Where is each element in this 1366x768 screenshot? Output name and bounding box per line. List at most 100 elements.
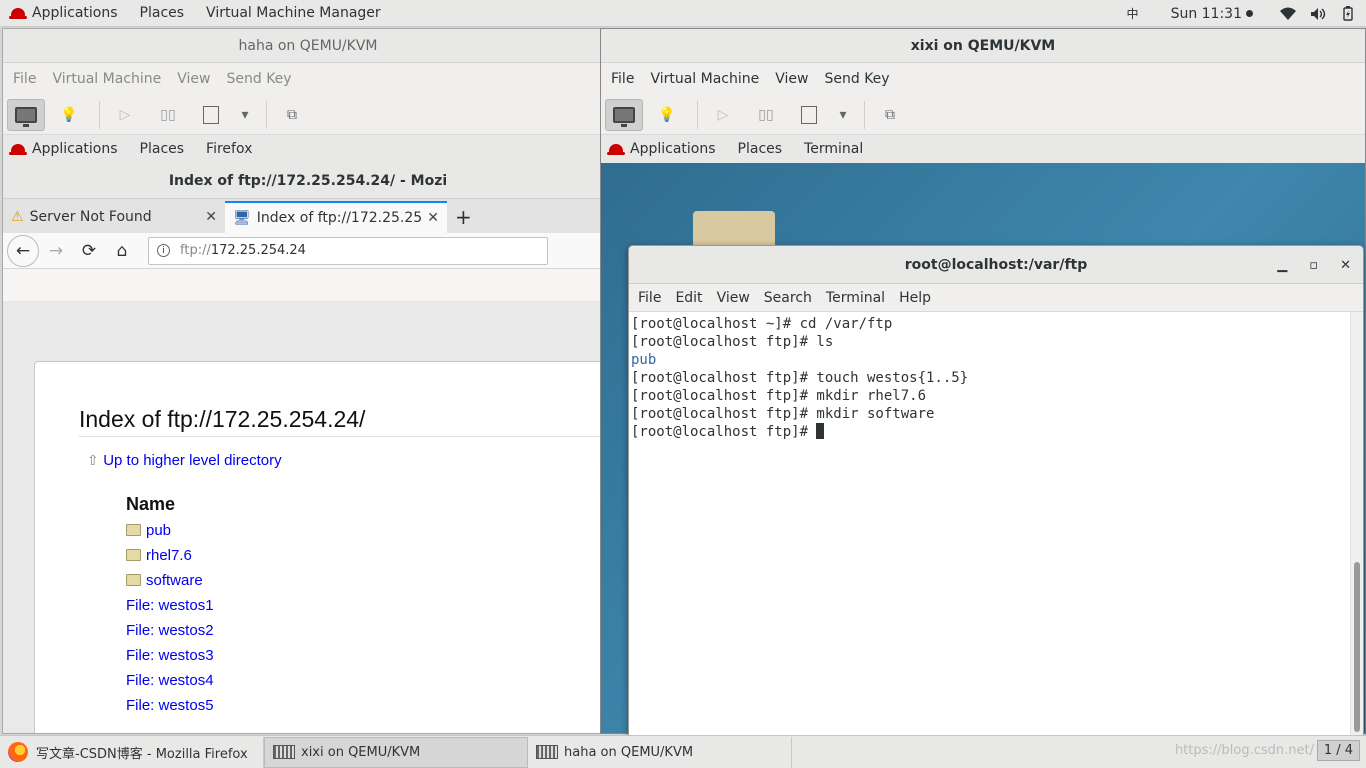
reload-button[interactable]: ⟳	[73, 235, 105, 267]
term-menu-file[interactable]: File	[631, 290, 668, 306]
input-method-indicator[interactable]: 中	[1125, 7, 1141, 21]
battery-icon[interactable]	[1340, 6, 1356, 21]
term-menu-search[interactable]: Search	[757, 290, 819, 306]
close-tab-icon[interactable]: ✕	[427, 210, 439, 226]
details-button[interactable]: 💡	[648, 99, 686, 131]
terminal-prompt-line: [root@localhost ftp]#	[631, 423, 1361, 441]
lightbulb-icon: 💡	[60, 106, 78, 123]
console-button[interactable]	[605, 98, 643, 131]
guest-applications-menu[interactable]: Applications	[601, 141, 727, 157]
menu-view[interactable]: View	[767, 71, 816, 87]
menu-file[interactable]: File	[5, 71, 44, 87]
terminal-menubar: File Edit View Search Terminal Help	[629, 284, 1363, 312]
window-title[interactable]: haha on QEMU/KVM	[3, 29, 613, 63]
shutdown-button[interactable]	[790, 99, 828, 131]
menu-view[interactable]: View	[169, 71, 218, 87]
home-button[interactable]: ⌂	[106, 235, 138, 267]
vm-window-haha: haha on QEMU/KVM File Virtual Machine Vi…	[2, 28, 614, 734]
file-entry-westos3[interactable]: File: westos3	[126, 647, 214, 672]
forward-button[interactable]: →	[40, 235, 72, 267]
up-arrow-icon: ⇧	[87, 453, 99, 469]
places-menu[interactable]: Places	[129, 0, 196, 27]
shutdown-dropdown[interactable]: ▾	[833, 99, 853, 131]
close-icon[interactable]: ✕	[1340, 258, 1351, 273]
tab-index-ftp[interactable]: 🖥 Index of ftp://172.25.254 ✕	[225, 201, 447, 233]
task-firefox[interactable]: 写文章-CSDN博客 - Mozilla Firefox	[0, 736, 264, 768]
chevron-down-icon: ▾	[839, 106, 847, 123]
new-tab-button[interactable]: +	[447, 201, 480, 233]
pause-icon: ▯▯	[758, 106, 774, 123]
terminal-line: [root@localhost ftp]# touch westos{1..5}	[631, 370, 969, 386]
app-menu[interactable]: Virtual Machine Manager	[195, 0, 392, 27]
dir-entry-rhel7-6[interactable]: rhel7.6	[126, 547, 214, 572]
dir-entry-pub[interactable]: pub	[126, 522, 214, 547]
term-menu-view[interactable]: View	[710, 290, 757, 306]
title-underline	[79, 436, 613, 437]
entry-label: File: westos4	[126, 672, 214, 689]
terminal-output[interactable]: [root@localhost ~]# cd /var/ftp [root@lo…	[629, 312, 1363, 444]
name-column-header[interactable]: Name	[126, 494, 175, 515]
menu-file[interactable]: File	[603, 71, 642, 87]
guest-app-menu[interactable]: Firefox	[195, 141, 263, 157]
applications-menu[interactable]: Applications	[0, 0, 129, 27]
shutdown-button[interactable]	[192, 99, 230, 131]
pause-button[interactable]: ▯▯	[747, 99, 785, 131]
terminal-line: [root@localhost ftp]# ls	[631, 334, 834, 350]
guest-places-menu[interactable]: Places	[727, 141, 794, 157]
dir-entry-software[interactable]: software	[126, 572, 214, 597]
terminal-line: [root@localhost ~]# cd /var/ftp	[631, 316, 893, 332]
fullscreen-button[interactable]: ⧉	[871, 99, 909, 131]
task-xixi[interactable]: xixi on QEMU/KVM	[264, 736, 528, 768]
run-button[interactable]: ▷	[106, 99, 144, 131]
guest-top-bar: Applications Places Firefox	[3, 135, 613, 163]
run-button[interactable]: ▷	[704, 99, 742, 131]
file-entry-westos1[interactable]: File: westos1	[126, 597, 214, 622]
applications-label: Applications	[32, 5, 118, 21]
firefox-title[interactable]: Index of ftp://172.25.254.24/ - Mozi	[3, 163, 613, 199]
clock[interactable]: Sun 11:31	[1171, 6, 1242, 22]
guest-app-menu[interactable]: Terminal	[793, 141, 874, 157]
home-icon: ⌂	[116, 240, 128, 261]
menu-virtual-machine[interactable]: Virtual Machine	[44, 71, 169, 87]
file-entry-westos2[interactable]: File: westos2	[126, 622, 214, 647]
menu-virtual-machine[interactable]: Virtual Machine	[642, 71, 767, 87]
vm-menubar: File Virtual Machine View Send Key	[3, 63, 613, 95]
guest-places-menu[interactable]: Places	[129, 141, 196, 157]
task-label: haha on QEMU/KVM	[564, 744, 694, 760]
maximize-icon[interactable]: ▫	[1309, 258, 1318, 273]
back-button[interactable]: ←	[7, 234, 39, 267]
notification-dot-icon	[1246, 10, 1253, 17]
console-button[interactable]	[7, 98, 45, 131]
scrollbar-thumb[interactable]	[1354, 562, 1360, 732]
url-host: 172.25.254.24	[210, 243, 306, 258]
fullscreen-button[interactable]: ⧉	[273, 99, 311, 131]
monitor-favicon-icon: 🖥	[233, 210, 251, 226]
window-title[interactable]: xixi on QEMU/KVM	[601, 29, 1365, 63]
term-menu-terminal[interactable]: Terminal	[819, 290, 892, 306]
url-bar[interactable]: i ftp:// 172.25.254.24	[148, 236, 548, 265]
up-directory-link[interactable]: ⇧ Up to higher level directory	[87, 452, 282, 469]
minimize-icon[interactable]: ▁	[1277, 258, 1287, 273]
vm-toolbar: 💡 ▷ ▯▯ ▾ ⧉	[3, 95, 613, 135]
power-icon	[203, 105, 219, 124]
wifi-icon[interactable]	[1280, 7, 1296, 21]
volume-icon[interactable]	[1310, 7, 1326, 21]
task-haha[interactable]: haha on QEMU/KVM	[528, 736, 792, 768]
menu-send-key[interactable]: Send Key	[218, 71, 299, 87]
warning-icon: ⚠	[11, 209, 24, 225]
desktop-folder-icon[interactable]	[693, 211, 775, 247]
workspace-indicator[interactable]: 1 / 4	[1316, 740, 1360, 761]
close-tab-icon[interactable]: ✕	[205, 209, 217, 225]
terminal-titlebar[interactable]: root@localhost:/var/ftp ▁ ▫ ✕	[629, 246, 1363, 284]
details-button[interactable]: 💡	[50, 99, 88, 131]
guest-applications-menu[interactable]: Applications	[3, 141, 129, 157]
terminal-scrollbar[interactable]	[1350, 312, 1363, 736]
file-entry-westos5[interactable]: File: westos5	[126, 697, 214, 722]
shutdown-dropdown[interactable]: ▾	[235, 99, 255, 131]
tab-server-not-found[interactable]: ⚠ Server Not Found ✕	[3, 201, 225, 233]
menu-send-key[interactable]: Send Key	[816, 71, 897, 87]
term-menu-edit[interactable]: Edit	[668, 290, 709, 306]
file-entry-westos4[interactable]: File: westos4	[126, 672, 214, 697]
pause-button[interactable]: ▯▯	[149, 99, 187, 131]
term-menu-help[interactable]: Help	[892, 290, 938, 306]
